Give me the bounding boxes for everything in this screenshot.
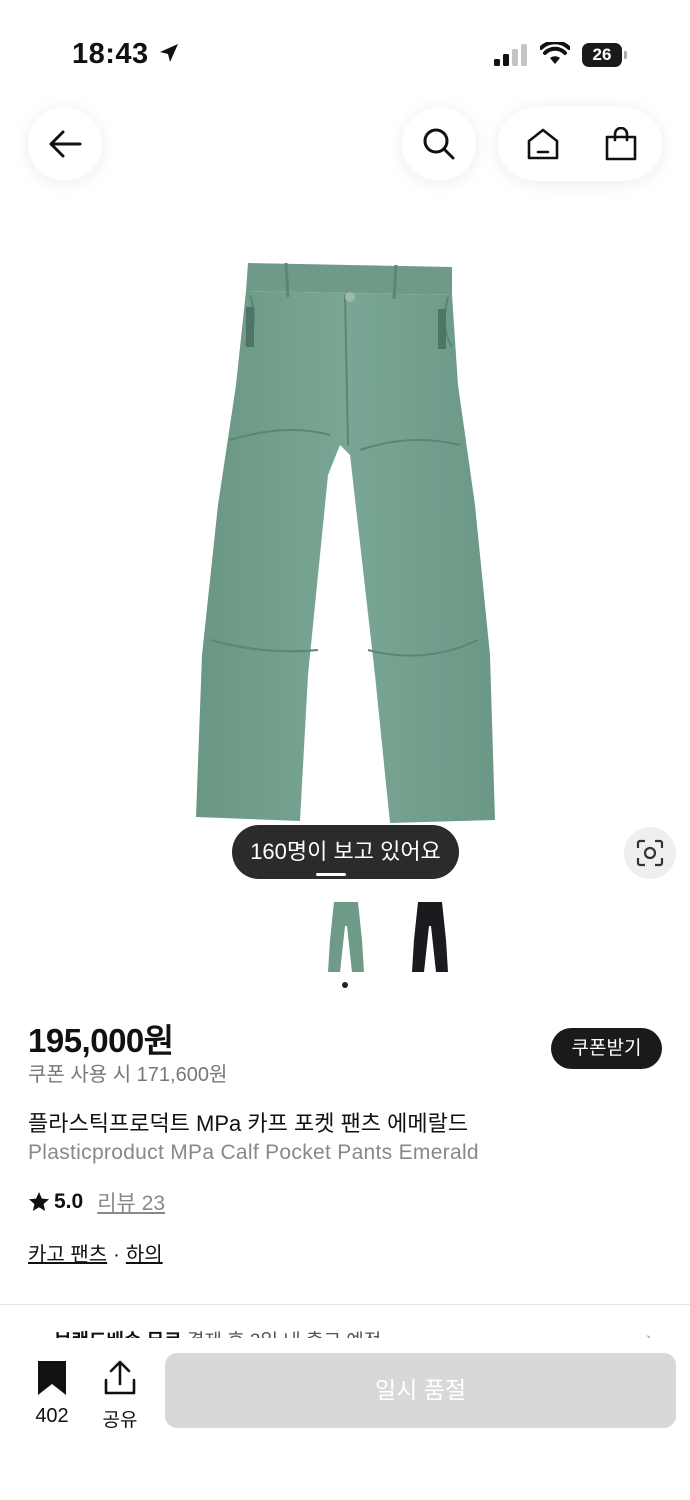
bookmark-icon: [38, 1361, 66, 1395]
rating-row: 5.0 리뷰 23: [28, 1187, 165, 1217]
share-button[interactable]: 공유: [96, 1360, 144, 1432]
arrow-left-icon: [49, 130, 82, 158]
slide-indicator: [316, 873, 346, 876]
back-button[interactable]: [28, 107, 102, 181]
section-divider: [0, 1304, 690, 1305]
home-button[interactable]: [512, 107, 574, 181]
category-breadcrumb: 카고 팬츠 · 하의: [28, 1238, 163, 1267]
share-label: 공유: [102, 1410, 138, 1431]
category-separator: ·: [113, 1244, 120, 1266]
location-arrow-icon: [160, 44, 178, 62]
product-image[interactable]: [190, 255, 500, 825]
star-icon: [29, 1192, 49, 1211]
camera-scan-icon: [636, 839, 664, 867]
rating-score: 5.0: [54, 1190, 84, 1213]
home-cart-group: [498, 107, 662, 181]
share-icon: [104, 1360, 136, 1395]
battery-icon: 26: [582, 43, 627, 67]
get-coupon-button[interactable]: 쿠폰받기: [551, 1028, 662, 1069]
sold-out-button[interactable]: 일시 품절: [165, 1353, 676, 1428]
search-icon: [423, 128, 455, 160]
shopping-bag-icon: [605, 127, 637, 161]
thumbnail-selected-dot: [342, 982, 348, 988]
image-search-button[interactable]: [624, 827, 676, 879]
coupon-price: 쿠폰 사용 시 171,600원: [28, 1064, 228, 1086]
review-link[interactable]: 리뷰 23: [97, 1187, 165, 1217]
category-link-bottoms[interactable]: 하의: [126, 1244, 163, 1266]
thumbnail-black[interactable]: [408, 900, 452, 975]
thumbnail-emerald[interactable]: [324, 900, 368, 975]
viewers-badge: 160명이 보고 있어요: [232, 825, 459, 879]
status-bar: 18:43 26: [0, 0, 690, 110]
battery-level: 26: [592, 45, 612, 64]
wifi-icon: [540, 42, 570, 64]
color-thumbnails: [320, 900, 460, 975]
cellular-signal-icon: [494, 44, 527, 66]
category-link-cargo-pants[interactable]: 카고 팬츠: [28, 1244, 107, 1266]
cart-button[interactable]: [590, 107, 652, 181]
bookmark-button[interactable]: 402: [30, 1360, 74, 1428]
status-time: 18:43: [72, 38, 149, 70]
product-price: 195,000원: [28, 1022, 174, 1059]
product-title-korean: 플라스틱프로덕트 MPa 카프 포켓 팬츠 에메랄드: [28, 1111, 469, 1136]
home-icon: [527, 128, 559, 160]
bookmark-count: 402: [35, 1405, 69, 1427]
product-title-english: Plasticproduct MPa Calf Pocket Pants Eme…: [28, 1141, 479, 1164]
search-button[interactable]: [402, 107, 476, 181]
